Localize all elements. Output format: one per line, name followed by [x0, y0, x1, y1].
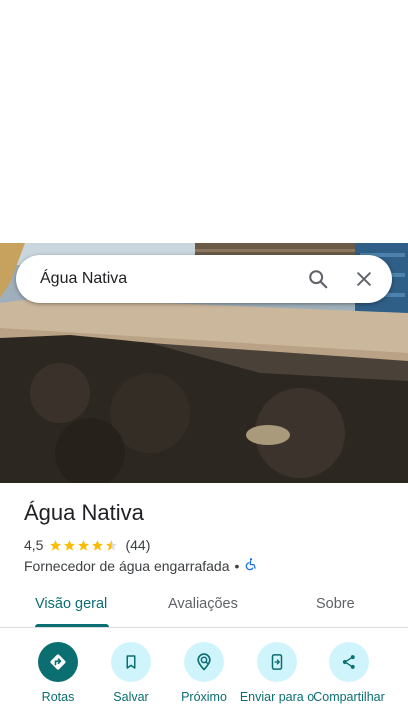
rating-stars: [49, 539, 119, 552]
save-label: Salvar: [113, 690, 149, 704]
star-icon: [50, 539, 62, 551]
tab-about[interactable]: Sobre: [316, 596, 355, 612]
place-name: Água Nativa: [24, 500, 144, 525]
tab-reviews[interactable]: Avaliações: [168, 596, 238, 612]
tab-overview[interactable]: Visão geral: [35, 596, 107, 612]
send-to-phone-button[interactable]: Enviar para o: [237, 642, 317, 704]
send-to-phone-icon[interactable]: [257, 642, 297, 682]
close-icon[interactable]: [344, 259, 384, 299]
nearby-label: Próximo: [181, 690, 227, 704]
category-row: Fornecedor de água engarrafada •: [24, 557, 258, 574]
directions-button[interactable]: Rotas: [18, 642, 98, 704]
share-label: Compartilhar: [313, 690, 385, 704]
bookmark-icon[interactable]: [111, 642, 151, 682]
search-icon[interactable]: [298, 259, 338, 299]
place-tabs: Visão geral Avaliações Sobre: [0, 584, 408, 628]
star-icon: [64, 539, 76, 551]
nearby-icon[interactable]: [184, 642, 224, 682]
reviews-count: (44): [125, 537, 151, 553]
directions-label: Rotas: [41, 690, 75, 704]
blank-area: [0, 0, 408, 243]
send-to-phone-label: Enviar para o: [239, 690, 315, 704]
nearby-button[interactable]: Próximo: [164, 642, 244, 704]
wheelchair-icon: [244, 557, 258, 574]
action-bar: Rotas Salvar Próximo Enviar para o Compa…: [0, 642, 408, 726]
search-bar[interactable]: Água Nativa: [16, 255, 392, 303]
search-input[interactable]: Água Nativa: [40, 270, 298, 288]
share-icon[interactable]: [329, 642, 369, 682]
place-category: Fornecedor de água engarrafada: [24, 557, 230, 574]
save-button[interactable]: Salvar: [91, 642, 171, 704]
rating-row[interactable]: 4,5 (44): [24, 537, 150, 553]
star-icon: [78, 539, 90, 551]
directions-icon[interactable]: [38, 642, 78, 682]
rating-value: 4,5: [24, 537, 44, 553]
separator-dot: •: [234, 557, 240, 574]
active-tab-indicator: [35, 624, 109, 627]
share-button[interactable]: Compartilhar: [309, 642, 389, 704]
half-star-icon: [106, 539, 118, 551]
star-icon: [92, 539, 104, 551]
